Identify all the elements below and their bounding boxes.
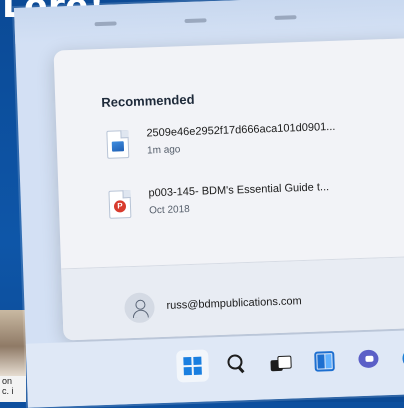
user-account-button[interactable]: russ@bdmpublications.com (124, 286, 345, 328)
pinned-apps-strip (14, 0, 404, 44)
windows-screenshot: Recommended 2509e46e2952f17d666aca101d09… (14, 0, 404, 408)
pdf-file-icon: P (108, 190, 132, 219)
start-menu-footer: russ@bdmpublications.com (61, 256, 404, 341)
user-avatar-icon (124, 292, 156, 324)
windows-start-icon[interactable] (176, 349, 210, 383)
edge-browser-icon[interactable] (396, 342, 404, 375)
recommended-item-time: 1m ago (146, 144, 181, 157)
recommended-item-name: 2509e46e2952f17d666aca101d0901... (146, 120, 336, 140)
user-email: russ@bdmpublications.com (166, 295, 302, 312)
search-icon[interactable] (220, 348, 253, 381)
widgets-icon[interactable] (308, 345, 341, 378)
task-view-icon[interactable] (264, 346, 297, 379)
adjacent-caption: on c. i (0, 376, 26, 402)
recommended-heading: Recommended (101, 91, 195, 111)
taskbar (25, 329, 404, 408)
adjacent-photo (0, 310, 26, 376)
teams-chat-icon[interactable] (352, 343, 385, 376)
recommended-item-image[interactable]: 2509e46e2952f17d666aca101d0901... 1m ago (102, 118, 373, 167)
image-file-icon (106, 130, 130, 159)
recommended-item-time: Oct 2018 (148, 203, 190, 217)
recommended-item-name: p003-145- BDM's Essential Guide t... (148, 181, 330, 200)
start-menu: Recommended 2509e46e2952f17d666aca101d09… (53, 38, 404, 341)
recommended-item-pdf[interactable]: P p003-145- BDM's Essential Guide t... O… (104, 178, 375, 227)
